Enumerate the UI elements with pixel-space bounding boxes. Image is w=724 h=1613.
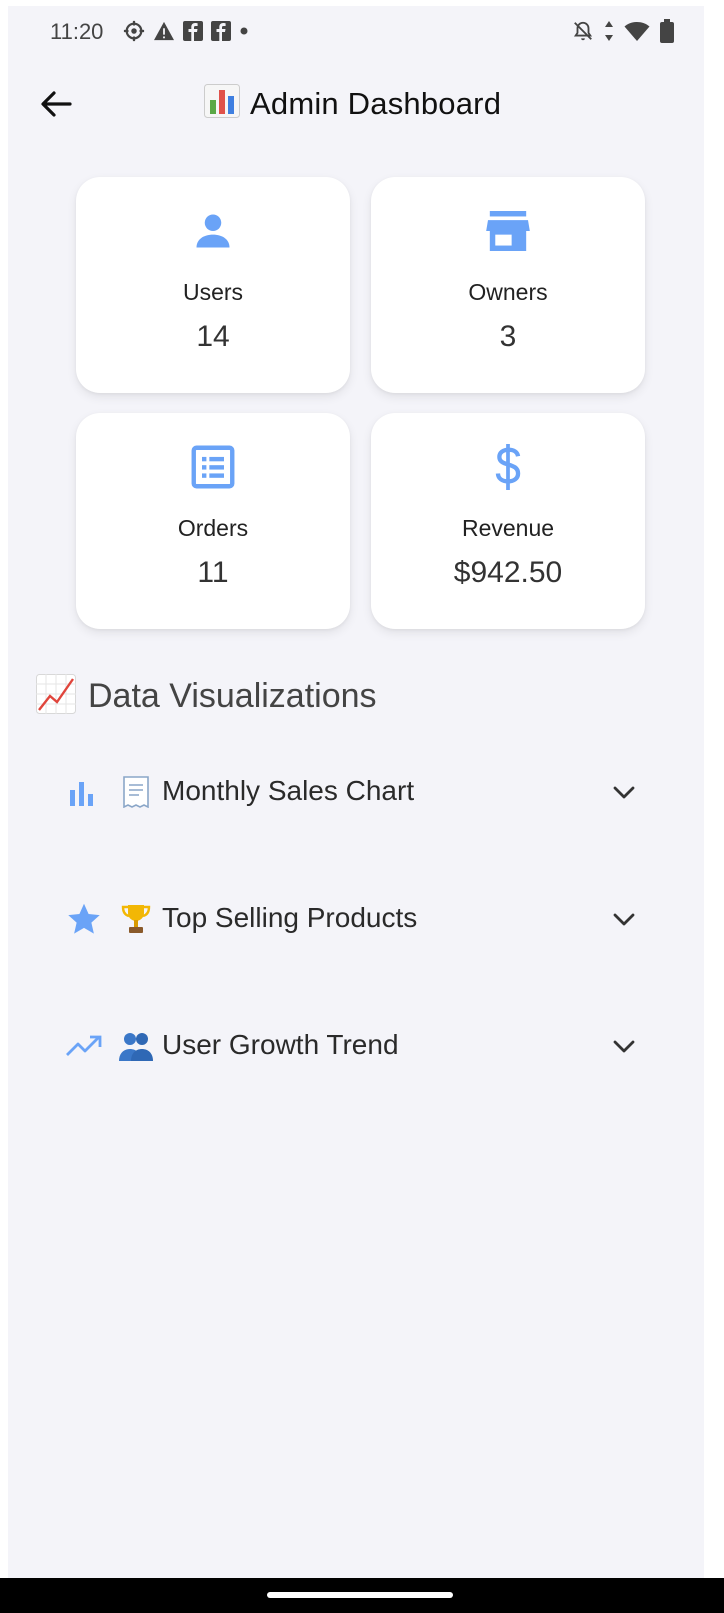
stat-card-orders[interactable]: Orders 11 <box>76 413 350 629</box>
dollar-icon <box>493 443 523 491</box>
people-emoji-icon <box>118 1028 154 1064</box>
chart-increasing-emoji-icon <box>36 674 76 719</box>
chevron-down-icon[interactable] <box>606 778 642 808</box>
title-wrap: Admin Dashboard <box>204 84 501 123</box>
stat-card-owners[interactable]: Owners 3 <box>371 177 645 393</box>
app-bar: Admin Dashboard <box>8 66 704 138</box>
bar-chart-icon <box>64 774 104 810</box>
stat-value: 3 <box>499 320 517 353</box>
stat-value: $942.50 <box>453 556 563 589</box>
warning-icon <box>153 21 175 41</box>
expander-monthly-sales[interactable]: Monthly Sales Chart <box>8 760 704 824</box>
back-button[interactable] <box>36 86 76 122</box>
system-nav-bar <box>0 1578 724 1613</box>
stat-label: Users <box>182 279 244 305</box>
status-bar: 11:20 <box>8 6 704 56</box>
stat-value: 14 <box>196 320 230 353</box>
receipt-emoji-icon <box>118 774 154 810</box>
expander-label: Top Selling Products <box>162 902 418 933</box>
stat-card-revenue[interactable]: Revenue $942.50 <box>371 413 645 629</box>
expander-top-selling[interactable]: Top Selling Products <box>8 887 704 951</box>
status-left-icons <box>123 20 249 42</box>
chevron-down-icon[interactable] <box>606 1032 642 1062</box>
app-screen: 11:20 Admin Dashboard Users 14 Owners 3 … <box>8 6 704 1613</box>
arrow-back-icon <box>41 91 72 117</box>
stat-value: 11 <box>197 556 229 589</box>
facebook-icon <box>211 21 231 41</box>
section-heading: Data Visualizations <box>36 674 377 719</box>
section-title: Data Visualizations <box>88 677 377 715</box>
dot-icon <box>239 26 249 36</box>
trending-up-icon <box>64 1028 104 1064</box>
expander-user-growth[interactable]: User Growth Trend <box>8 1014 704 1078</box>
person-icon <box>191 207 235 255</box>
battery-icon <box>660 19 674 43</box>
wifi-icon <box>624 20 650 42</box>
home-indicator[interactable] <box>267 1592 453 1598</box>
data-arrows-icon <box>604 20 614 42</box>
status-time: 11:20 <box>50 19 104 44</box>
status-right-icons <box>572 19 674 43</box>
expander-label: Monthly Sales Chart <box>162 775 415 806</box>
page-title: Admin Dashboard <box>250 85 502 121</box>
bar-chart-emoji-icon <box>204 84 240 123</box>
star-icon <box>64 901 104 937</box>
store-icon <box>486 207 530 255</box>
stat-label: Revenue <box>461 515 555 541</box>
stat-label: Orders <box>177 515 249 541</box>
list-icon <box>191 443 235 491</box>
trophy-emoji-icon <box>118 901 154 937</box>
facebook-icon <box>183 21 203 41</box>
chevron-down-icon[interactable] <box>606 905 642 935</box>
settings-icon <box>123 20 145 42</box>
stat-card-users[interactable]: Users 14 <box>76 177 350 393</box>
notifications-off-icon <box>572 20 594 42</box>
stat-label: Owners <box>468 279 548 305</box>
expander-label: User Growth Trend <box>162 1029 399 1060</box>
